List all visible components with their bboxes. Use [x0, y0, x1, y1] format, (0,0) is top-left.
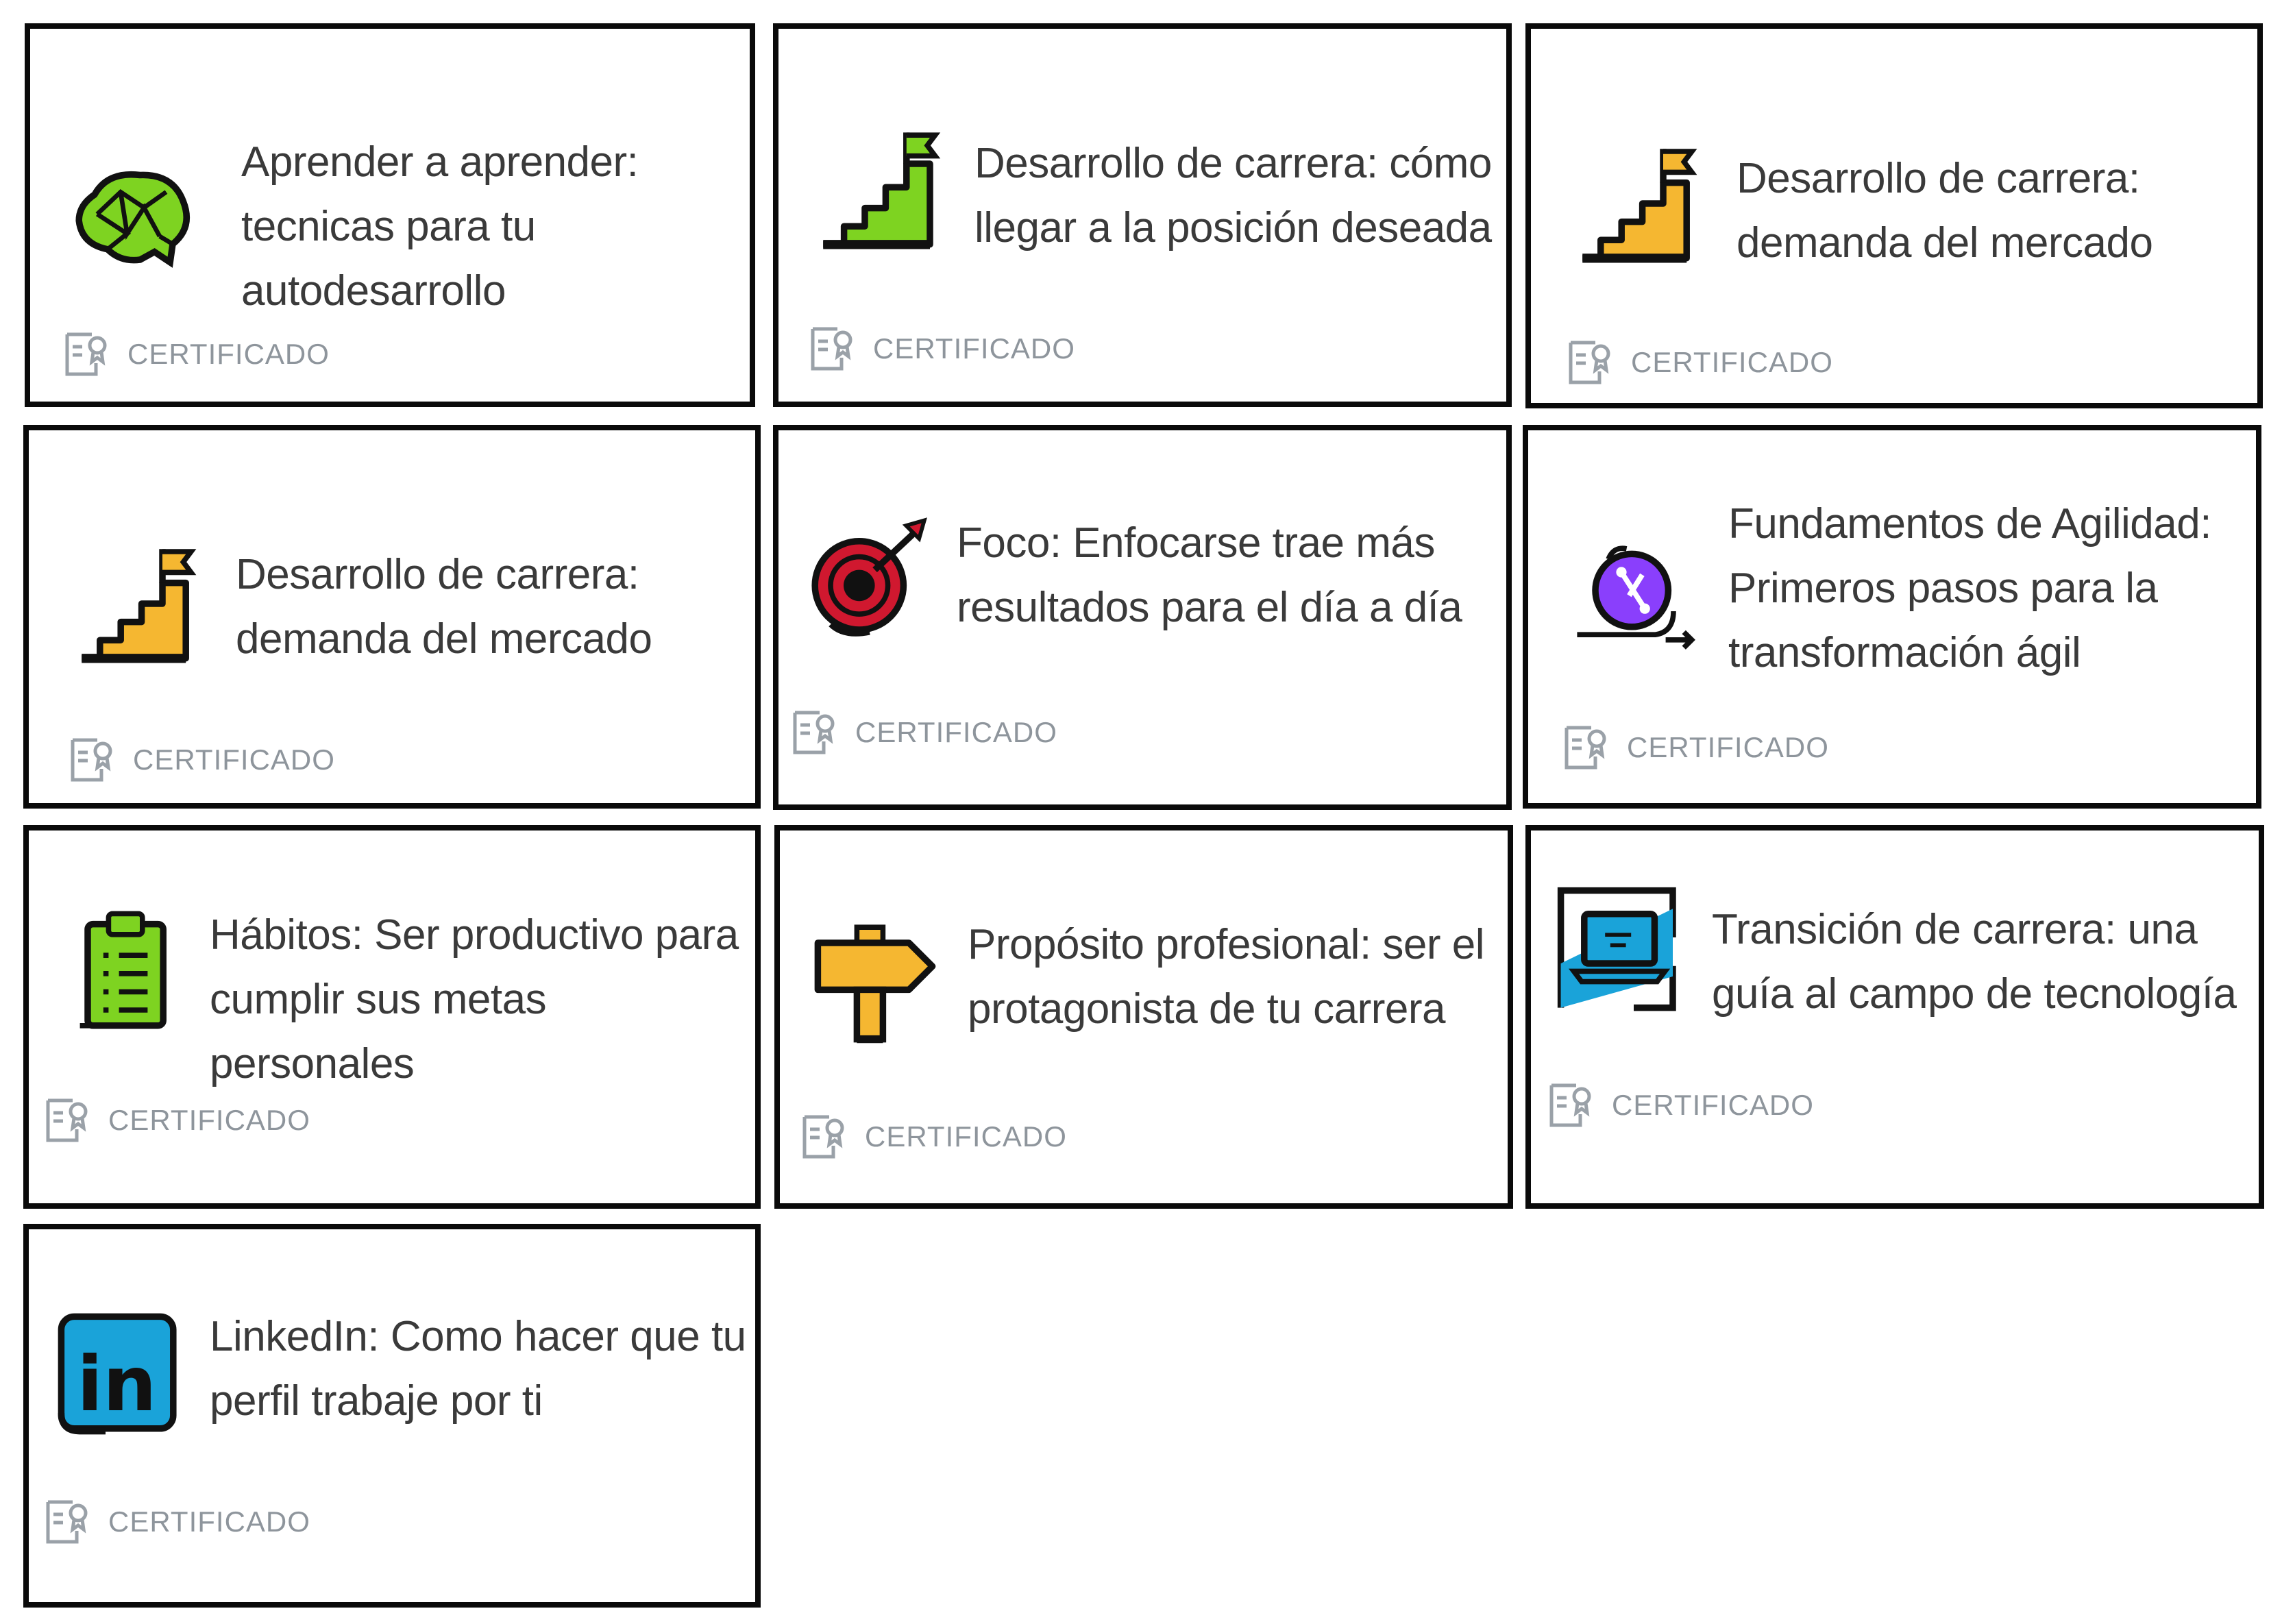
- svg-text:in: in: [77, 1340, 156, 1428]
- certificate-icon: [807, 325, 855, 373]
- clipboard-icon: [62, 906, 192, 1036]
- career-stairs-yellow-icon: [71, 539, 201, 669]
- course-title: Desarrollo de carrera: cómo llegar a la …: [974, 140, 1492, 251]
- course-card[interactable]: Propósito profesional: ser el protagonis…: [774, 825, 1513, 1209]
- course-card[interactable]: Desarrollo de carrera: demanda del merca…: [1525, 23, 2263, 408]
- course-title: Foco: Enfocarse trae más resultados para…: [957, 519, 1462, 631]
- certificate-badge: CERTIFICADO: [1561, 724, 1829, 772]
- certificate-icon: [789, 709, 837, 756]
- course-card[interactable]: Aprender a aprender: tecnicas para tu au…: [25, 23, 755, 407]
- certificate-label: CERTIFICADO: [133, 743, 335, 776]
- certificate-label: CERTIFICADO: [873, 332, 1075, 365]
- course-card[interactable]: in LinkedIn: Como hacer que tu perfil tr…: [23, 1224, 761, 1608]
- certificate-label: CERTIFICADO: [855, 716, 1057, 748]
- certificate-icon: [67, 736, 115, 784]
- career-stairs-green-icon: [813, 125, 943, 255]
- certificate-icon: [799, 1113, 847, 1161]
- course-title: Propósito profesional: ser el protagonis…: [968, 921, 1485, 1033]
- signpost-icon: [810, 917, 940, 1047]
- certificate-label: CERTIFICADO: [127, 338, 330, 370]
- brain-icon: [69, 156, 199, 286]
- laptop-icon: [1556, 885, 1686, 1016]
- certificate-badge: CERTIFICADO: [1565, 339, 1833, 386]
- course-title: Desarrollo de carrera: demanda del merca…: [1737, 155, 2153, 267]
- course-title: LinkedIn: Como hacer que tu perfil traba…: [210, 1313, 746, 1425]
- certificate-icon: [42, 1498, 90, 1546]
- certificate-badge: CERTIFICADO: [67, 736, 335, 784]
- course-card[interactable]: Foco: Enfocarse trae más resultados para…: [773, 425, 1512, 810]
- course-card[interactable]: Desarrollo de carrera: cómo llegar a la …: [773, 23, 1512, 407]
- certificate-label: CERTIFICADO: [1631, 346, 1833, 378]
- certificate-badge: CERTIFICADO: [62, 330, 330, 378]
- certificate-icon: [1546, 1081, 1594, 1129]
- certificate-badge: CERTIFICADO: [1546, 1081, 1814, 1129]
- certificate-label: CERTIFICADO: [1627, 731, 1829, 763]
- certificate-icon: [62, 330, 110, 378]
- agility-icon: [1569, 533, 1700, 663]
- target-icon: [805, 513, 935, 643]
- certificate-badge: CERTIFICADO: [799, 1113, 1067, 1161]
- course-title: Aprender a aprender: tecnicas para tu au…: [241, 138, 639, 315]
- course-card[interactable]: Desarrollo de carrera: demanda del merca…: [23, 425, 761, 809]
- certificate-badge: CERTIFICADO: [807, 325, 1075, 373]
- certificate-badge: CERTIFICADO: [42, 1096, 310, 1144]
- certificate-icon: [42, 1096, 90, 1144]
- certificate-label: CERTIFICADO: [108, 1104, 310, 1136]
- certificate-badge: CERTIFICADO: [789, 709, 1057, 756]
- certificate-label: CERTIFICADO: [865, 1120, 1067, 1153]
- linkedin-icon: in: [53, 1309, 184, 1439]
- certificate-badge: CERTIFICADO: [42, 1498, 310, 1546]
- course-title: Hábitos: Ser productivo para cumplir sus…: [210, 911, 739, 1087]
- course-title: Fundamentos de Agilidad: Primeros pasos …: [1728, 500, 2211, 676]
- course-title: Desarrollo de carrera: demanda del merca…: [236, 551, 652, 663]
- certificate-icon: [1561, 724, 1609, 772]
- course-card[interactable]: Transición de carrera: una guía al campo…: [1525, 825, 2264, 1209]
- certificate-icon: [1565, 339, 1613, 386]
- course-card[interactable]: Fundamentos de Agilidad: Primeros pasos …: [1523, 425, 2261, 809]
- certificate-label: CERTIFICADO: [108, 1505, 310, 1538]
- career-stairs-yellow-icon: [1572, 138, 1702, 269]
- course-title: Transición de carrera: una guía al campo…: [1712, 906, 2237, 1018]
- course-card[interactable]: Hábitos: Ser productivo para cumplir sus…: [23, 825, 761, 1209]
- certificate-label: CERTIFICADO: [1612, 1089, 1814, 1121]
